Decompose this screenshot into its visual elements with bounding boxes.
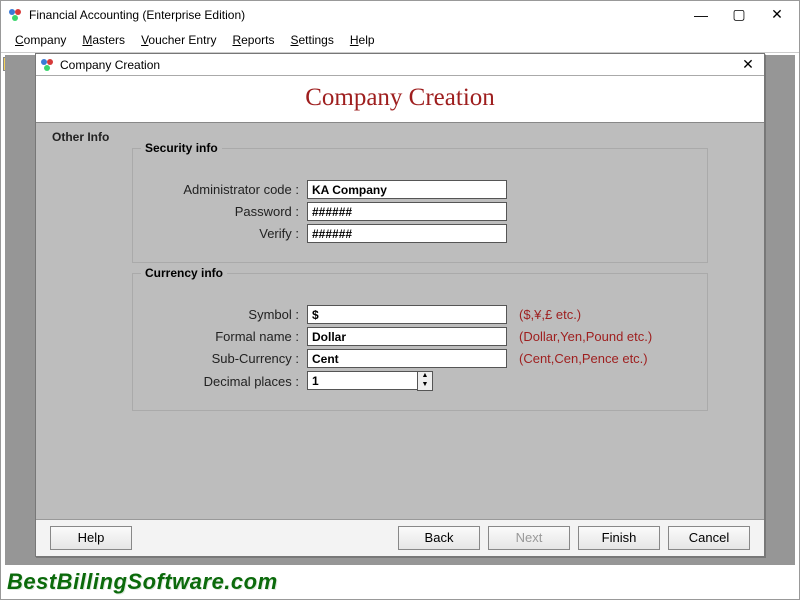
menu-masters[interactable]: Masters	[76, 31, 131, 49]
decimal-places-input[interactable]	[307, 371, 417, 390]
app-window: Financial Accounting (Enterprise Edition…	[0, 0, 800, 600]
sub-currency-label: Sub-Currency :	[149, 351, 299, 366]
maximize-button[interactable]: ▢	[727, 5, 751, 25]
dialog-title: Company Creation	[60, 58, 736, 72]
app-title: Financial Accounting (Enterprise Edition…	[29, 8, 689, 22]
admin-code-input[interactable]	[307, 180, 507, 199]
close-button[interactable]: ✕	[765, 5, 789, 25]
formal-name-hint: (Dollar,Yen,Pound etc.)	[519, 329, 652, 344]
symbol-hint: ($,¥,£ etc.)	[519, 307, 581, 322]
workspace: Company Creation ✕ Company Creation Othe…	[5, 55, 795, 565]
next-button: Next	[488, 526, 570, 550]
menu-help[interactable]: Help	[344, 31, 381, 49]
menu-settings[interactable]: Settings	[284, 31, 339, 49]
symbol-input[interactable]	[307, 305, 507, 324]
spinner-up-icon[interactable]: ▲	[418, 372, 432, 381]
dialog-body: Other Info Security info Administrator c…	[36, 123, 764, 519]
verify-input[interactable]	[307, 224, 507, 243]
dialog-close-button[interactable]: ✕	[736, 56, 760, 73]
symbol-label: Symbol :	[149, 307, 299, 322]
dialog-footer: Help Back Next Finish Cancel	[36, 519, 764, 556]
menubar: Company Masters Voucher Entry Reports Se…	[1, 29, 799, 53]
spinner-down-icon[interactable]: ▼	[418, 381, 432, 390]
company-creation-dialog: Company Creation ✕ Company Creation Othe…	[35, 53, 765, 557]
sub-currency-hint: (Cent,Cen,Pence etc.)	[519, 351, 648, 366]
menu-reports[interactable]: Reports	[226, 31, 280, 49]
minimize-button[interactable]: —	[689, 5, 713, 25]
page-title: Company Creation	[36, 76, 764, 123]
help-button[interactable]: Help	[50, 526, 132, 550]
password-input[interactable]	[307, 202, 507, 221]
finish-button[interactable]: Finish	[578, 526, 660, 550]
menu-company[interactable]: Company	[9, 31, 72, 49]
currency-info-fieldset: Currency info Symbol : ($,¥,£ etc.) Form…	[132, 273, 708, 411]
watermark: BestBillingSoftware.com	[7, 569, 278, 595]
admin-code-label: Administrator code :	[149, 182, 299, 197]
password-label: Password :	[149, 204, 299, 219]
formal-name-input[interactable]	[307, 327, 507, 346]
sub-currency-input[interactable]	[307, 349, 507, 368]
currency-legend: Currency info	[141, 266, 227, 280]
dialog-titlebar: Company Creation ✕	[36, 54, 764, 76]
decimal-places-spinner[interactable]: ▲ ▼	[307, 371, 437, 391]
cancel-button[interactable]: Cancel	[668, 526, 750, 550]
security-legend: Security info	[141, 141, 222, 155]
verify-label: Verify :	[149, 226, 299, 241]
decimal-places-label: Decimal places :	[149, 374, 299, 389]
security-info-fieldset: Security info Administrator code : Passw…	[132, 148, 708, 263]
titlebar: Financial Accounting (Enterprise Edition…	[1, 1, 799, 29]
back-button[interactable]: Back	[398, 526, 480, 550]
menu-voucher-entry[interactable]: Voucher Entry	[135, 31, 222, 49]
formal-name-label: Formal name :	[149, 329, 299, 344]
app-icon	[7, 7, 23, 23]
dialog-icon	[40, 58, 54, 72]
